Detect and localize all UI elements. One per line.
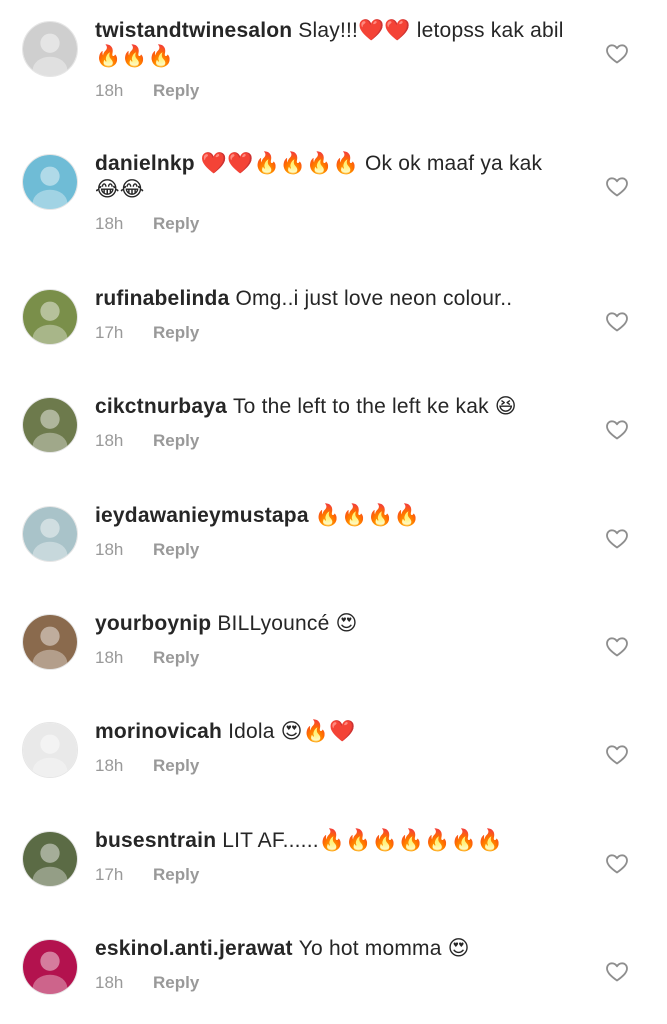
comment-timestamp: 18h [95, 431, 124, 450]
comment-timestamp: 18h [95, 973, 124, 992]
comment-item: busesntrain LIT AF......🔥🔥🔥🔥🔥🔥🔥 17h Reply [0, 828, 667, 928]
comment-body: danielnkp ❤️❤️🔥🔥🔥🔥 Ok ok maaf ya kak 😂😂 18… [95, 151, 565, 235]
avatar[interactable] [22, 154, 78, 210]
comment-username[interactable]: danielnkp [95, 152, 195, 175]
comment-timestamp: 18h [95, 540, 124, 559]
comment-item: twistandtwinesalon Slay!!!❤️❤️ letopss ka… [0, 18, 667, 118]
comment-username[interactable]: yourboynip [95, 612, 211, 635]
comment-meta: 18h Reply [95, 647, 565, 669]
comment-text: BILLyouncé 😍 [217, 612, 358, 635]
comment-item: ieydawanieymustapa 🔥🔥🔥🔥 18h Reply [0, 503, 667, 603]
comment-text: 🔥🔥🔥🔥 [314, 504, 421, 527]
comment-text: Omg..i just love neon colour.. [235, 287, 513, 310]
comment-timestamp: 17h [95, 865, 124, 884]
reply-button[interactable]: Reply [153, 323, 199, 342]
comment-line: rufinabelinda Omg..i just love neon colou… [95, 286, 565, 312]
heart-outline-icon[interactable] [605, 527, 629, 551]
avatar[interactable] [22, 289, 78, 345]
heart-outline-icon[interactable] [605, 852, 629, 876]
reply-button[interactable]: Reply [153, 540, 199, 559]
reply-button[interactable]: Reply [153, 81, 199, 100]
reply-button[interactable]: Reply [153, 865, 199, 884]
avatar[interactable] [22, 614, 78, 670]
heart-outline-icon[interactable] [605, 418, 629, 442]
reply-button[interactable]: Reply [153, 756, 199, 775]
comment-body: rufinabelinda Omg..i just love neon colou… [95, 286, 565, 344]
comment-line: ieydawanieymustapa 🔥🔥🔥🔥 [95, 503, 565, 529]
comment-meta: 18h Reply [95, 972, 565, 994]
comment-username[interactable]: rufinabelinda [95, 287, 229, 310]
heart-outline-icon[interactable] [605, 310, 629, 334]
comment-text: LIT AF......🔥🔥🔥🔥🔥🔥🔥 [222, 829, 504, 852]
comment-timestamp: 18h [95, 214, 124, 233]
reply-button[interactable]: Reply [153, 973, 199, 992]
comment-item: cikctnurbaya To the left to the left ke k… [0, 394, 667, 494]
avatar[interactable] [22, 939, 78, 995]
comment-meta: 18h Reply [95, 80, 565, 102]
comment-item: danielnkp ❤️❤️🔥🔥🔥🔥 Ok ok maaf ya kak 😂😂 18… [0, 151, 667, 251]
comment-item: yourboynip BILLyouncé 😍 18h Reply [0, 611, 667, 711]
comment-line: twistandtwinesalon Slay!!!❤️❤️ letopss ka… [95, 18, 565, 70]
comment-line: danielnkp ❤️❤️🔥🔥🔥🔥 Ok ok maaf ya kak 😂😂 [95, 151, 565, 203]
avatar[interactable] [22, 722, 78, 778]
avatar[interactable] [22, 397, 78, 453]
comment-line: cikctnurbaya To the left to the left ke k… [95, 394, 565, 420]
comment-meta: 18h Reply [95, 539, 565, 561]
comment-username[interactable]: eskinol.anti.jerawat [95, 937, 293, 960]
heart-outline-icon[interactable] [605, 635, 629, 659]
comment-username[interactable]: ieydawanieymustapa [95, 504, 309, 527]
heart-outline-icon[interactable] [605, 42, 629, 66]
reply-button[interactable]: Reply [153, 648, 199, 667]
comment-username[interactable]: busesntrain [95, 829, 216, 852]
comment-line: morinovicah Idola 😍🔥❤️ [95, 719, 565, 745]
comment-meta: 17h Reply [95, 322, 565, 344]
comment-timestamp: 18h [95, 648, 124, 667]
comment-text: To the left to the left ke kak 😆 [232, 395, 517, 418]
avatar[interactable] [22, 21, 78, 77]
heart-outline-icon[interactable] [605, 960, 629, 984]
reply-button[interactable]: Reply [153, 431, 199, 450]
comment-timestamp: 17h [95, 323, 124, 342]
comment-line: yourboynip BILLyouncé 😍 [95, 611, 565, 637]
comment-body: eskinol.anti.jerawat Yo hot momma 😍 18h Rep… [95, 936, 565, 994]
comment-username[interactable]: morinovicah [95, 720, 222, 743]
reply-button[interactable]: Reply [153, 214, 199, 233]
heart-outline-icon[interactable] [605, 175, 629, 199]
comment-timestamp: 18h [95, 81, 124, 100]
comment-body: morinovicah Idola 😍🔥❤️ 18h Reply [95, 719, 565, 777]
comment-item: rufinabelinda Omg..i just love neon colou… [0, 286, 667, 386]
comment-line: busesntrain LIT AF......🔥🔥🔥🔥🔥🔥🔥 [95, 828, 565, 854]
comment-body: ieydawanieymustapa 🔥🔥🔥🔥 18h Reply [95, 503, 565, 561]
comment-meta: 18h Reply [95, 213, 565, 235]
avatar[interactable] [22, 506, 78, 562]
avatar[interactable] [22, 831, 78, 887]
comment-username[interactable]: twistandtwinesalon [95, 19, 292, 42]
comment-meta: 18h Reply [95, 430, 565, 452]
comment-meta: 18h Reply [95, 755, 565, 777]
comment-meta: 17h Reply [95, 864, 565, 886]
comment-line: eskinol.anti.jerawat Yo hot momma 😍 [95, 936, 565, 962]
comment-item: morinovicah Idola 😍🔥❤️ 18h Reply [0, 719, 667, 819]
comment-text: Idola 😍🔥❤️ [228, 720, 356, 743]
comment-username[interactable]: cikctnurbaya [95, 395, 227, 418]
comment-timestamp: 18h [95, 756, 124, 775]
heart-outline-icon[interactable] [605, 743, 629, 767]
comment-body: yourboynip BILLyouncé 😍 18h Reply [95, 611, 565, 669]
comment-body: twistandtwinesalon Slay!!!❤️❤️ letopss ka… [95, 18, 565, 102]
comment-body: cikctnurbaya To the left to the left ke k… [95, 394, 565, 452]
comment-item: eskinol.anti.jerawat Yo hot momma 😍 18h Rep… [0, 936, 667, 1024]
comment-body: busesntrain LIT AF......🔥🔥🔥🔥🔥🔥🔥 17h Reply [95, 828, 565, 886]
comment-text: Yo hot momma 😍 [298, 937, 470, 960]
